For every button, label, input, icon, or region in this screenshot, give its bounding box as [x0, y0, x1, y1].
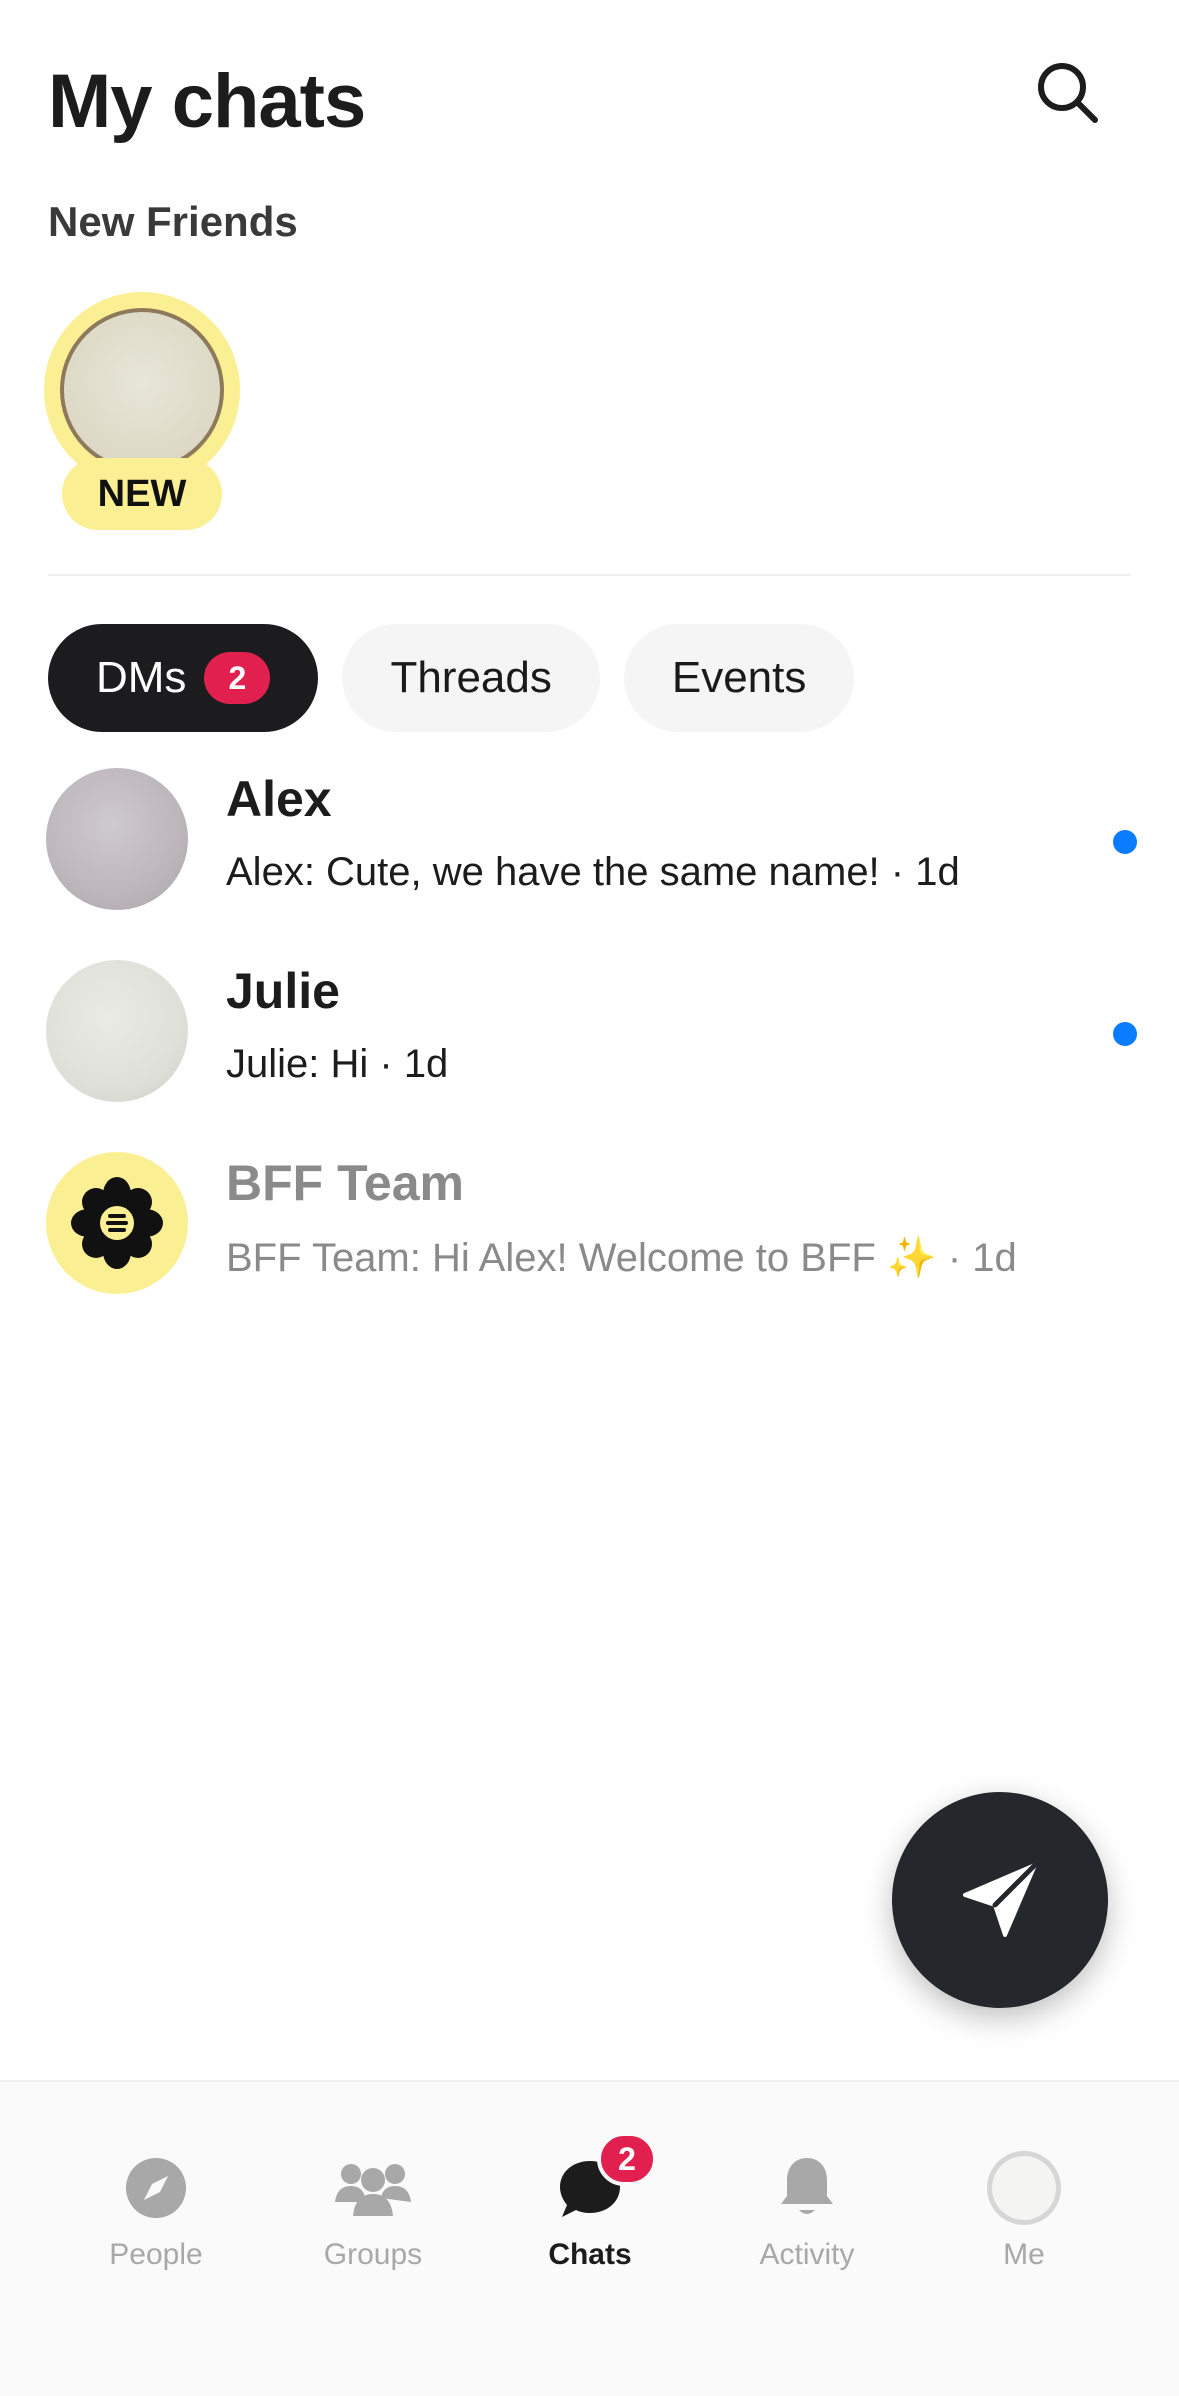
send-icon: [963, 1862, 1038, 1937]
chat-row-bff-team[interactable]: BFF Team BFF Team: Hi Alex! Welcome to B…: [0, 1146, 1179, 1338]
nav-people-icon-wrap: [111, 2148, 201, 2228]
chat-preview: Alex: Cute, we have the same name! · 1d: [226, 850, 960, 894]
tab-dms-label: DMs: [96, 653, 187, 702]
nav-label: Me: [1003, 2238, 1045, 2271]
chat-row-alex[interactable]: Alex Alex: Cute, we have the same name! …: [0, 762, 1179, 954]
page-title: My chats: [48, 59, 366, 144]
tab-dms[interactable]: DMs 2: [48, 624, 319, 732]
chat-tabs: DMs 2 Threads Events: [48, 624, 855, 732]
avatar: [46, 768, 188, 910]
chat-name: Alex: [226, 771, 332, 827]
nav-chats-badge: 2: [597, 2132, 657, 2186]
new-friend-avatar: [60, 308, 224, 472]
unread-indicator: [1113, 830, 1137, 854]
new-friend-item[interactable]: NEW: [44, 292, 240, 540]
nav-me-icon-wrap: [979, 2148, 1069, 2228]
unread-indicator: [1113, 1022, 1137, 1046]
bell-icon: [781, 2158, 833, 2214]
new-badge: NEW: [62, 458, 222, 530]
search-button[interactable]: [1023, 48, 1113, 138]
nav-activity-icon-wrap: [762, 2148, 852, 2228]
tab-dms-badge: 2: [204, 652, 271, 704]
flower-icon: [71, 1177, 163, 1269]
nav-groups-icon-wrap: [328, 2148, 418, 2228]
nav-activity[interactable]: Activity: [717, 2148, 897, 2308]
chat-row-julie[interactable]: Julie Julie: Hi · 1d: [0, 954, 1179, 1146]
nav-label: Groups: [323, 2238, 423, 2271]
bff-logo-avatar: [46, 1152, 188, 1294]
search-icon: [1038, 63, 1098, 123]
tab-threads[interactable]: Threads: [342, 624, 600, 732]
nav-chats-icon-wrap: 2: [545, 2132, 657, 2228]
tab-events[interactable]: Events: [623, 624, 855, 732]
new-friends-label: New Friends: [48, 198, 298, 245]
nav-people[interactable]: People: [66, 2148, 246, 2308]
new-message-button[interactable]: [892, 1792, 1108, 2008]
nav-me[interactable]: Me: [934, 2148, 1114, 2308]
tab-events-label: Events: [671, 653, 807, 702]
chat-name: Julie: [226, 963, 340, 1019]
nav-groups[interactable]: Groups: [283, 2148, 463, 2308]
compass-icon: [126, 2158, 186, 2218]
avatar: [46, 960, 188, 1102]
nav-label: Activity: [759, 2238, 855, 2271]
profile-avatar: [987, 2151, 1061, 2225]
chat-name: BFF Team: [226, 1155, 464, 1211]
group-icon: [335, 2164, 411, 2216]
tab-threads-label: Threads: [390, 653, 552, 702]
header: My chats: [48, 48, 1131, 158]
chat-preview: BFF Team: Hi Alex! Welcome to BFF ✨ · 1d: [226, 1236, 1017, 1280]
divider: [48, 574, 1131, 576]
chat-list: Alex Alex: Cute, we have the same name! …: [0, 762, 1179, 1338]
chat-preview: Julie: Hi · 1d: [226, 1042, 449, 1086]
nav-chats[interactable]: 2 Chats: [500, 2132, 680, 2308]
nav-label: Chats: [548, 2238, 632, 2271]
nav-label: People: [109, 2238, 203, 2271]
bottom-nav: People Groups 2 Chats Activity Me: [0, 2080, 1179, 2396]
